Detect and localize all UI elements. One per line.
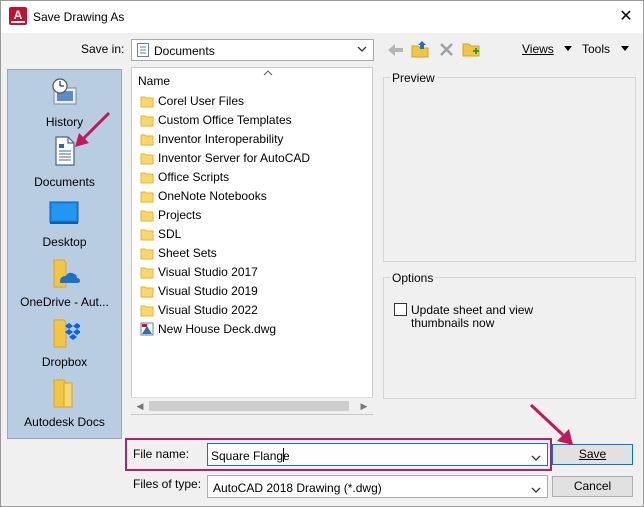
list-item[interactable]: Inventor Server for AutoCAD bbox=[140, 149, 370, 168]
file-name-text: Projects bbox=[158, 208, 202, 222]
scrollbar-thumb[interactable] bbox=[149, 401, 349, 411]
file-name-text: Office Scripts bbox=[158, 170, 230, 184]
preview-label: Preview bbox=[390, 71, 437, 85]
files-of-type-dropdown[interactable]: AutoCAD 2018 Drawing (*.dwg) bbox=[207, 475, 548, 498]
annotation-arrow-save bbox=[529, 403, 573, 445]
chevron-down-icon bbox=[357, 45, 367, 55]
place-dropbox[interactable]: Dropbox bbox=[8, 318, 121, 374]
list-item[interactable]: SDL bbox=[140, 225, 370, 244]
scroll-right-icon[interactable]: ▶ bbox=[358, 400, 370, 412]
file-name-input[interactable]: Square Flange bbox=[207, 443, 548, 466]
folder-icon bbox=[140, 227, 154, 241]
tools-dropdown-caret-icon[interactable] bbox=[621, 46, 629, 51]
save-button[interactable]: Save bbox=[552, 444, 633, 465]
file-name-text: Visual Studio 2017 bbox=[158, 265, 258, 279]
folder-icon bbox=[140, 246, 154, 260]
file-name-text: Inventor Interoperability bbox=[158, 132, 284, 146]
horizontal-scrollbar[interactable]: ◀ ▶ bbox=[131, 397, 373, 414]
file-name-text: OneNote Notebooks bbox=[158, 189, 267, 203]
list-item[interactable]: Visual Studio 2017 bbox=[140, 263, 370, 282]
autocad-app-icon: A bbox=[9, 7, 27, 25]
folder-icon bbox=[140, 303, 154, 317]
preview-group bbox=[383, 77, 636, 262]
views-menu[interactable]: Views bbox=[522, 42, 554, 56]
folder-icon bbox=[140, 208, 154, 222]
history-icon bbox=[48, 76, 80, 108]
options-group bbox=[383, 277, 636, 399]
list-item[interactable]: New House Deck.dwg bbox=[140, 320, 370, 339]
dropbox-icon bbox=[48, 318, 81, 350]
update-thumbnails-checkbox[interactable] bbox=[394, 303, 407, 316]
file-name-text: Corel User Files bbox=[158, 94, 245, 108]
window-title: Save Drawing As bbox=[33, 10, 125, 24]
scroll-left-icon[interactable]: ◀ bbox=[134, 400, 146, 412]
column-header-name[interactable]: Name bbox=[138, 74, 170, 88]
save-drawing-dialog: A Save Drawing As ✕ Save in: Documents V… bbox=[0, 0, 644, 507]
file-name-text: Visual Studio 2022 bbox=[158, 303, 258, 317]
new-folder-icon[interactable] bbox=[461, 39, 481, 59]
save-in-dropdown[interactable]: Documents bbox=[131, 39, 374, 61]
dwg-file-icon bbox=[140, 322, 154, 336]
title-bar: A Save Drawing As ✕ bbox=[1, 1, 643, 33]
list-item[interactable]: Corel User Files bbox=[140, 92, 370, 111]
save-in-value: Documents bbox=[154, 44, 215, 58]
folder-icon bbox=[140, 265, 154, 279]
save-in-label: Save in: bbox=[81, 42, 125, 56]
place-desktop[interactable]: Desktop bbox=[8, 198, 121, 254]
file-name-text: SDL bbox=[158, 227, 182, 241]
place-autodesk-docs[interactable]: Autodesk Docs bbox=[8, 378, 121, 434]
file-name-text: Custom Office Templates bbox=[158, 113, 292, 127]
options-label: Options bbox=[390, 271, 436, 285]
list-item[interactable]: Custom Office Templates bbox=[140, 111, 370, 130]
update-thumbnails-label: Update sheet and view thumbnails now bbox=[411, 303, 534, 330]
place-onedrive[interactable]: OneDrive - Aut... bbox=[8, 258, 121, 314]
close-button[interactable]: ✕ bbox=[609, 1, 643, 33]
files-of-type-label: Files of type: bbox=[133, 477, 202, 491]
list-item[interactable]: Inventor Interoperability bbox=[140, 130, 370, 149]
file-name-text: Inventor Server for AutoCAD bbox=[158, 151, 311, 165]
list-item[interactable]: Sheet Sets bbox=[140, 244, 370, 263]
file-name-text: Visual Studio 2019 bbox=[158, 284, 258, 298]
folder-icon bbox=[140, 284, 154, 298]
desktop-icon bbox=[48, 198, 80, 230]
back-arrow-icon[interactable] bbox=[386, 40, 406, 60]
up-one-level-icon[interactable] bbox=[410, 39, 430, 59]
autodesk-docs-icon bbox=[48, 378, 80, 410]
chevron-down-icon[interactable] bbox=[531, 451, 541, 465]
list-item[interactable]: OneNote Notebooks bbox=[140, 187, 370, 206]
delete-icon[interactable] bbox=[437, 40, 457, 60]
list-item[interactable]: Visual Studio 2019 bbox=[140, 282, 370, 301]
file-name-text: New House Deck.dwg bbox=[158, 322, 277, 336]
file-name-text: Sheet Sets bbox=[158, 246, 217, 260]
folder-icon bbox=[140, 170, 154, 184]
folder-icon bbox=[140, 113, 154, 127]
folder-icon bbox=[140, 94, 154, 108]
annotation-arrow-documents bbox=[75, 111, 111, 147]
folder-icon bbox=[140, 151, 154, 165]
list-item[interactable]: Projects bbox=[140, 206, 370, 225]
folder-icon bbox=[140, 189, 154, 203]
folder-icon bbox=[140, 132, 154, 146]
file-name-label: File name: bbox=[133, 447, 190, 461]
documents-small-icon bbox=[137, 43, 149, 57]
list-item[interactable]: Office Scripts bbox=[140, 168, 370, 187]
list-item[interactable]: Visual Studio 2022 bbox=[140, 301, 370, 320]
onedrive-icon bbox=[48, 258, 80, 290]
tools-menu[interactable]: Tools bbox=[582, 42, 610, 56]
views-dropdown-caret-icon[interactable] bbox=[564, 46, 572, 51]
cancel-button[interactable]: Cancel bbox=[552, 476, 633, 497]
chevron-down-icon[interactable] bbox=[531, 483, 541, 497]
file-list[interactable]: Name Corel User Files Custom Office Templ… bbox=[131, 67, 373, 415]
sort-ascending-icon bbox=[263, 68, 273, 78]
